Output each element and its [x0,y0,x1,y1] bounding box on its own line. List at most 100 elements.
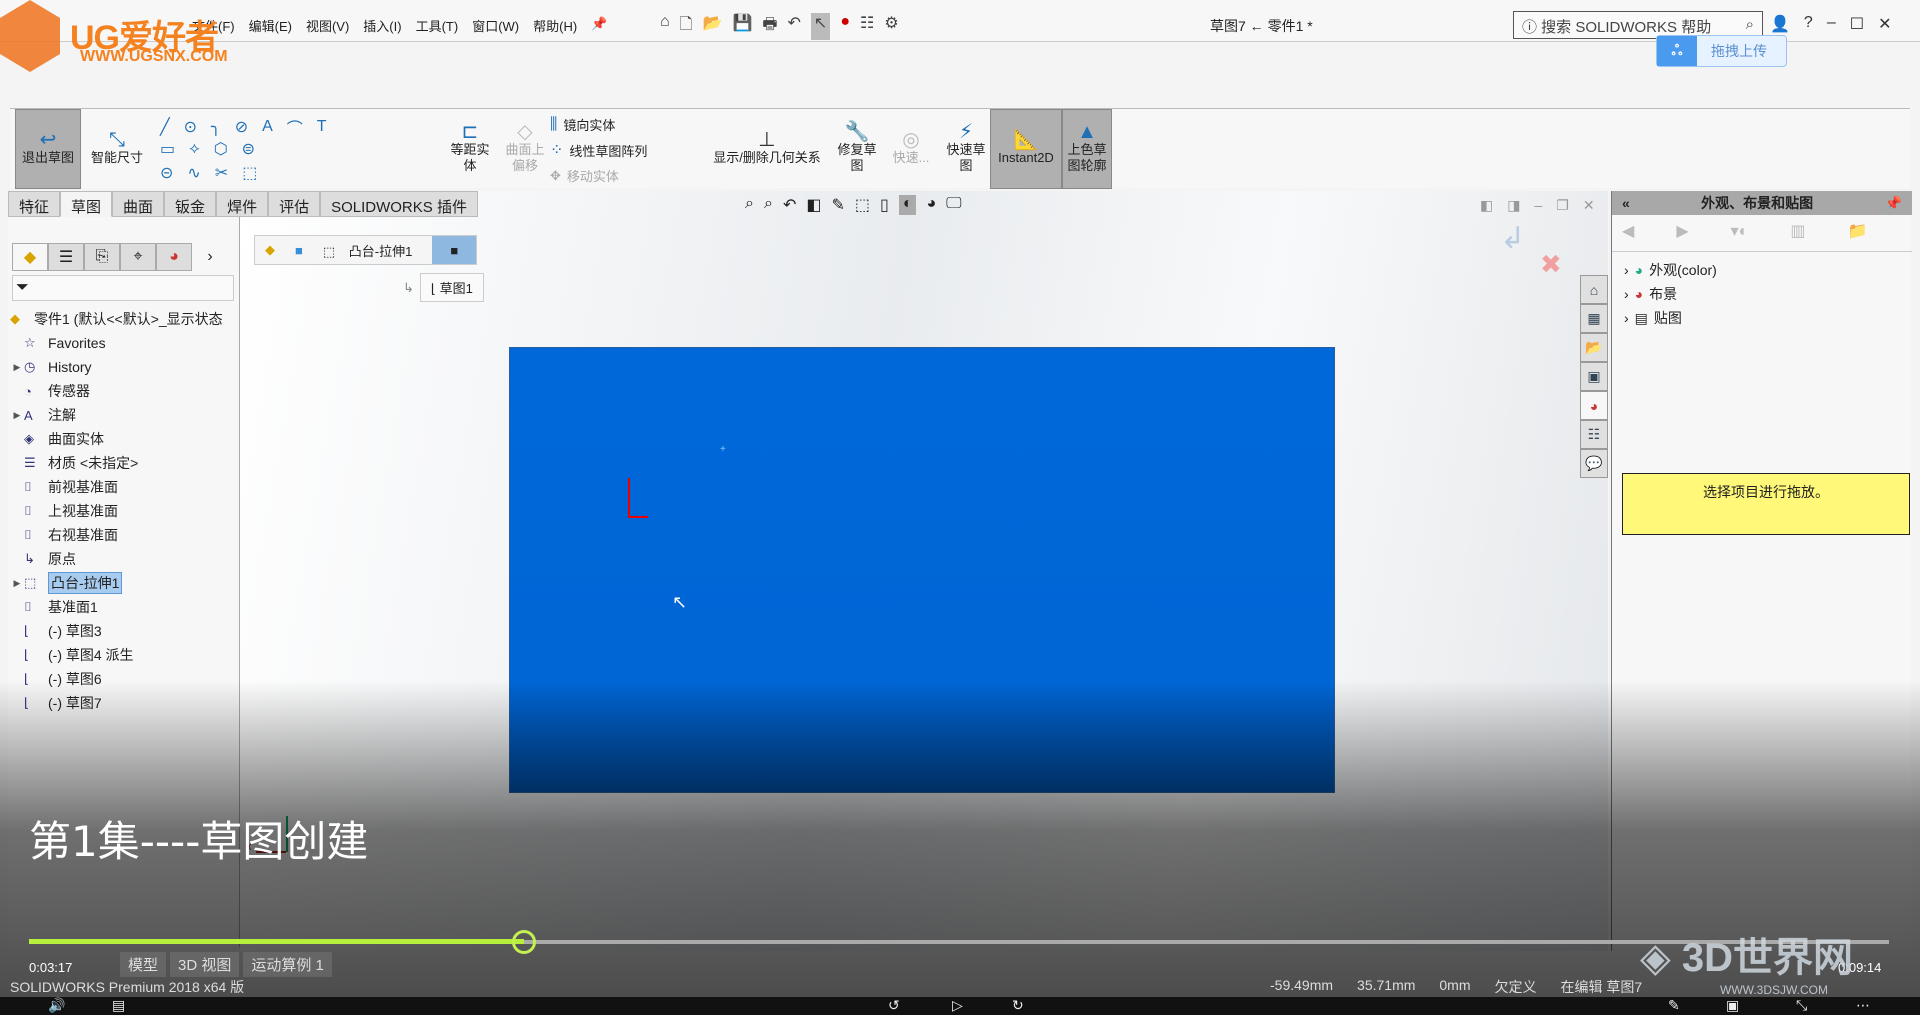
add-appearance-icon[interactable]: ▾◐ [1731,221,1749,241]
select-icon[interactable]: ↖ [810,13,831,40]
open-icon[interactable]: 📂 [703,13,723,40]
previous-view-icon[interactable]: ↶ [783,195,796,215]
print-icon[interactable]: 🖶 [762,13,777,40]
options-gear-icon[interactable]: ⚙ [884,13,898,40]
volume-icon[interactable]: 🔊 [48,997,65,1014]
arc-icon[interactable]: ⌒ [287,115,303,139]
sketch1-crumb[interactable]: ⌊ 草图1 [419,273,484,302]
tree-item-decals[interactable]: › ▤ 贴图 [1612,306,1912,330]
straight-slot-icon[interactable]: ⊝ [160,163,173,183]
video-progress-handle[interactable] [512,930,536,954]
tab-evaluate[interactable]: 评估 [268,191,321,217]
viewport-restore-icon[interactable]: ❐ [1556,197,1569,214]
custom-properties-tab-icon[interactable]: ☷ [1580,420,1608,449]
tab-model[interactable]: 模型 [120,952,167,977]
cancel-sketch-icon[interactable]: ✖ [1540,249,1562,280]
back-icon[interactable]: ◀ [1622,221,1634,241]
search-icon[interactable]: ⌕ [1746,16,1754,33]
appearances-tab-icon[interactable]: ◕ [1580,391,1608,420]
hide-show-icon[interactable]: ◐ [898,195,917,215]
dynamic-annotation-icon[interactable]: ✎ [831,195,844,215]
view-orientation-icon[interactable]: ⬚ [855,195,870,215]
exit-sketch-button[interactable]: ↩ 退出草图 [15,109,81,189]
forward-30-icon[interactable]: ↻ [1012,997,1024,1014]
tree-item[interactable]: ▶ ◷ History [10,355,240,379]
slot-icon[interactable]: ⊜ [242,139,255,159]
mirror-button[interactable]: ⫼ 镜向实体 [550,115,615,134]
tree-item[interactable]: ▶ ⬚ 凸台-拉伸1 [10,571,240,595]
polygon-icon[interactable]: ⬡ [214,139,228,159]
tree-root[interactable]: ◆ 零件1 (默认<<默认>_显示状态 [10,307,240,331]
section-view-icon[interactable]: ◧ [806,195,821,215]
viewport-minimize-icon[interactable]: – [1534,197,1542,214]
tab-weldments[interactable]: 焊件 [216,191,269,217]
tree-item-appearances[interactable]: › ◕ 外观(color) [1612,258,1912,282]
tree-item[interactable]: ☰ 材质 <未指定> [10,451,240,475]
pin-icon[interactable]: 📌 [1885,195,1902,212]
tab-motion-study[interactable]: 运动算例 1 [243,952,332,977]
rebuild-icon[interactable]: ● [840,13,850,40]
menu-edit[interactable]: 编辑(E) [249,16,292,35]
tree-item[interactable]: ◔ 传感器 [10,379,240,403]
home-icon[interactable]: ⌂ [660,13,670,40]
tile-right-icon[interactable]: ◨ [1507,197,1520,214]
upload-button[interactable]: ஃ 拖拽上传 [1656,35,1787,67]
text-icon[interactable]: A [262,118,273,136]
more-tabs-chevron-icon[interactable]: › [192,243,228,271]
view-palette-tab-icon[interactable]: ▣ [1580,362,1608,391]
confirm-exit-sketch-icon[interactable]: ↲ [1500,221,1525,256]
expand-arrow-icon[interactable]: ▶ [10,410,24,421]
add-folder-icon[interactable]: 📁 [1847,221,1867,241]
user-icon[interactable]: 👤 [1770,14,1790,34]
relations-button[interactable]: ⊥ 显示/删除几何关系 [702,109,832,189]
block-icon[interactable]: ⬚ [242,163,257,183]
menu-insert[interactable]: 插入(I) [363,16,401,35]
fullscreen-icon[interactable]: ⤡ [1796,997,1807,1014]
viewport-close-icon[interactable]: ✕ [1583,197,1595,214]
tree-item[interactable]: ☆ Favorites [10,331,240,355]
file-properties-icon[interactable]: ☷ [860,13,874,40]
line-icon[interactable]: ╱ [160,117,170,137]
file-explorer-tab-icon[interactable]: 📂 [1580,333,1608,362]
tab-3d-view[interactable]: 3D 视图 [170,952,240,977]
rapid-sketch-button[interactable]: ⚡ 快速草图 [940,109,992,189]
menu-help[interactable]: 帮助(H) [533,16,577,35]
undo-icon[interactable]: ↶ [788,13,801,40]
ellipse-icon[interactable]: ⊘ [235,117,248,137]
featuremanager-tab-icon[interactable]: ◆ [12,243,48,271]
split-icon[interactable]: ✂ [215,163,228,183]
tree-item[interactable]: ⌊ (-) 草图3 [10,619,240,643]
forward-icon[interactable]: ▶ [1676,221,1688,241]
part-crumb-icon[interactable]: ◆ [255,242,285,258]
tab-addins[interactable]: SOLIDWORKS 插件 [320,191,478,217]
zoom-to-fit-icon[interactable]: ⌕ [745,195,754,215]
spline-icon[interactable]: ∿ [187,163,200,183]
smart-dimension-button[interactable]: ⤡ 智能尺寸 [82,109,152,189]
pip-icon[interactable]: ▣ [1726,997,1739,1014]
spline-point-icon[interactable]: ⟡ [189,140,200,158]
move-entities-button[interactable]: ✥ 移动实体 [550,166,619,185]
expand-arrow-icon[interactable]: ▶ [10,362,24,373]
sketch-crumb-icon[interactable]: ■ [432,236,477,264]
resources-tab-icon[interactable]: ⌂ [1580,275,1608,304]
configuration-tab-icon[interactable]: ⎘ [84,243,120,271]
add-file-icon[interactable]: ▥ [1790,221,1805,241]
fillet-icon[interactable]: ╮ [211,117,221,137]
circle-icon[interactable]: ⊙ [184,117,197,137]
menu-window[interactable]: 窗口(W) [472,16,519,35]
repair-sketch-button[interactable]: 🔧 修复草图 [832,109,882,189]
pin-icon[interactable]: 📌 [591,16,607,35]
play-icon[interactable]: ▷ [952,997,963,1014]
menu-tools[interactable]: 工具(T) [416,16,459,35]
new-icon[interactable]: 🗋 [680,13,693,40]
playlist-icon[interactable]: ▤ [112,997,125,1014]
tab-features[interactable]: 特征 [8,191,61,217]
propertymanager-tab-icon[interactable]: ☰ [48,243,84,271]
zoom-area-icon[interactable]: ⌕ [764,195,773,215]
tree-item[interactable]: ⌷ 前视基准面 [10,475,240,499]
extrude-crumb[interactable]: ⬚ 凸台-拉伸1 [313,241,432,260]
close-button[interactable]: ✕ [1878,14,1891,34]
trim-icon[interactable]: T [317,118,327,136]
expand-arrow-icon[interactable]: ▶ [10,578,24,589]
tree-filter[interactable]: ⏷ [12,275,234,301]
